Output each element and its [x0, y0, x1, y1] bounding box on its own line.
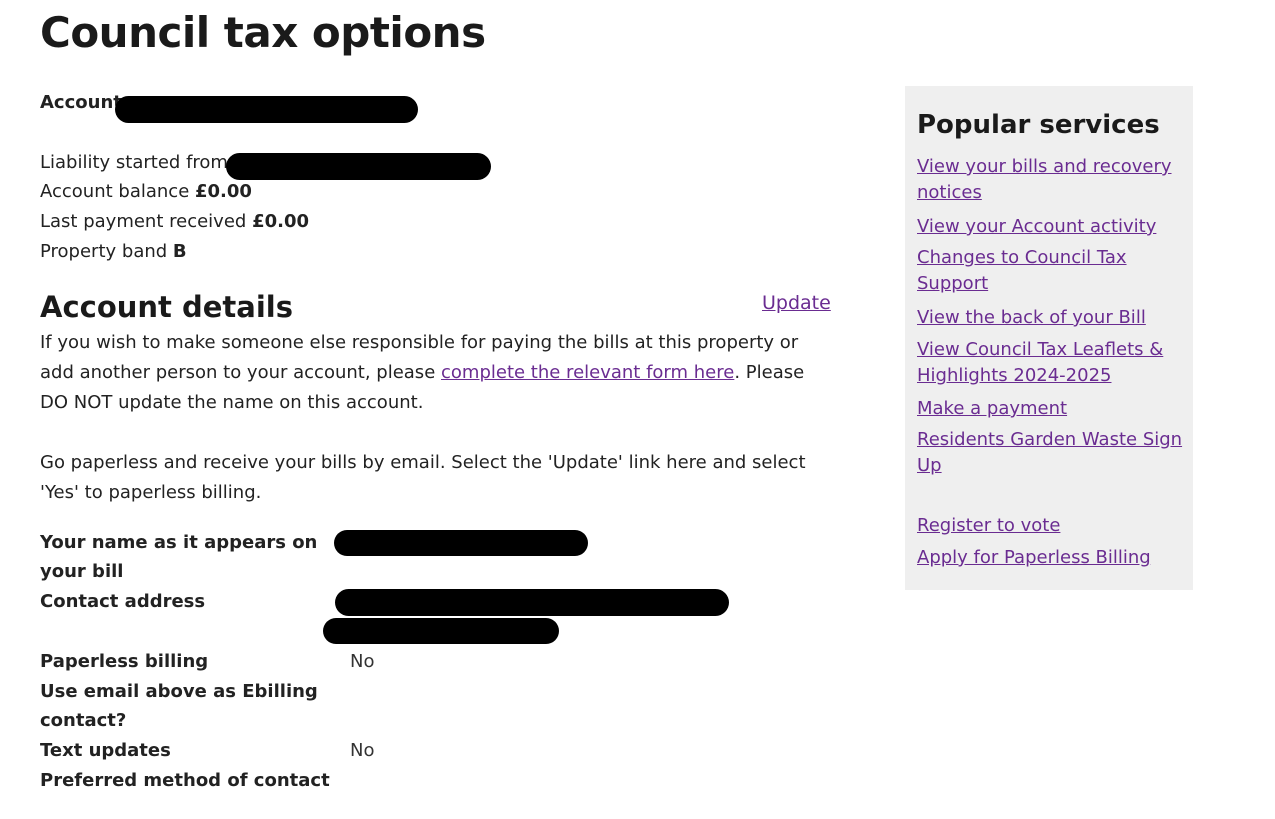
- band-value: B: [172, 241, 187, 262]
- popular-services-title: Popular services: [917, 110, 1160, 140]
- text-updates-label: Text updates: [40, 740, 171, 761]
- balance-row: Account balance £0.00: [40, 177, 252, 207]
- responsibility-paragraph: If you wish to make someone else respons…: [40, 328, 830, 418]
- liability-redaction: [226, 153, 491, 180]
- update-link[interactable]: Update: [762, 292, 831, 314]
- link-register-vote[interactable]: Register to vote: [917, 513, 1187, 539]
- band-label: Property band: [40, 241, 168, 262]
- liability-label: Liability started from: [40, 152, 228, 173]
- page-title: Council tax options: [40, 8, 486, 57]
- paperless-value: No: [350, 651, 375, 672]
- last-payment-row: Last payment received £0.00: [40, 207, 309, 237]
- popular-services-panel: Popular services View your bills and rec…: [905, 86, 1193, 590]
- contact-method-label: Preferred method of contact: [40, 770, 330, 791]
- link-account-activity[interactable]: View your Account activity: [917, 214, 1187, 240]
- link-paperless-billing[interactable]: Apply for Paperless Billing: [917, 545, 1187, 571]
- relevant-form-link[interactable]: complete the relevant form here: [441, 362, 734, 383]
- link-make-payment[interactable]: Make a payment: [917, 396, 1187, 422]
- account-redaction: [115, 96, 418, 123]
- link-view-bills[interactable]: View your bills and recovery notices: [917, 154, 1187, 206]
- address-redaction-line2: [323, 618, 559, 644]
- band-row: Property band B: [40, 237, 187, 267]
- address-label: Contact address: [40, 591, 206, 612]
- balance-value: £0.00: [195, 181, 252, 202]
- last-payment-label: Last payment received: [40, 211, 247, 232]
- account-label: Account: [40, 92, 122, 113]
- paperless-label: Paperless billing: [40, 651, 209, 672]
- account-details-heading: Account details: [40, 290, 293, 324]
- last-payment-value: £0.00: [252, 211, 309, 232]
- ebilling-email-label: Use email above as Ebilling contact?: [40, 681, 318, 731]
- balance-label: Account balance: [40, 181, 190, 202]
- text-updates-value: No: [350, 740, 375, 761]
- link-back-of-bill[interactable]: View the back of your Bill: [917, 305, 1187, 331]
- name-label: Your name as it appears on your bill: [40, 532, 318, 582]
- link-garden-waste[interactable]: Residents Garden Waste Sign Up: [917, 427, 1187, 479]
- address-redaction-line1: [335, 589, 729, 616]
- link-leaflets[interactable]: View Council Tax Leaflets & Highlights 2…: [917, 337, 1187, 389]
- paperless-paragraph: Go paperless and receive your bills by e…: [40, 452, 806, 503]
- name-redaction: [334, 530, 588, 556]
- link-council-tax-support[interactable]: Changes to Council Tax Support: [917, 245, 1187, 297]
